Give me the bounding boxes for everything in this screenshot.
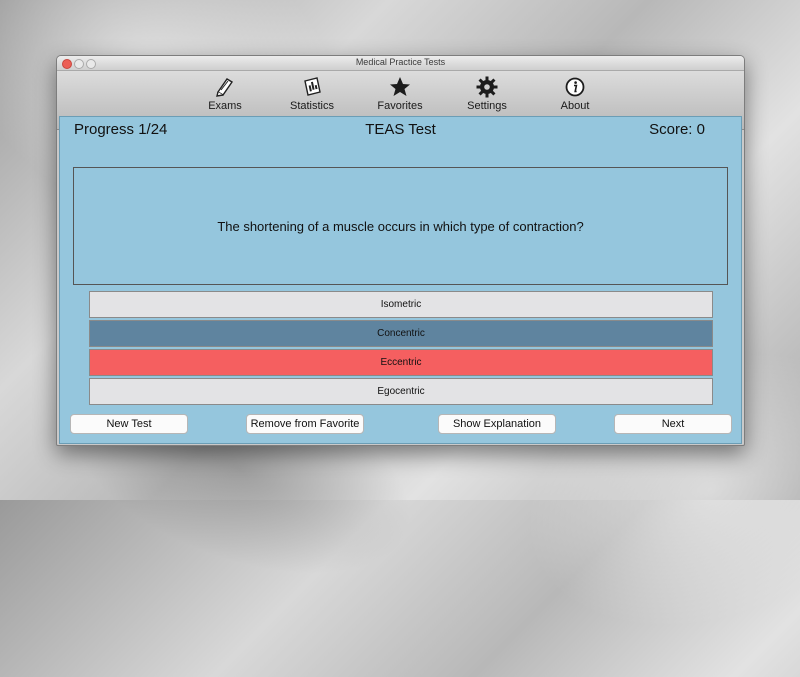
toolbar-favorites-button[interactable]: Favorites: [365, 75, 435, 112]
toolbar-about-label: About: [560, 100, 590, 112]
remove-favorite-button[interactable]: Remove from Favorite: [246, 414, 364, 434]
star-icon: [365, 75, 435, 99]
answer-label: Eccentric: [380, 357, 422, 368]
answer-option-eccentric[interactable]: Eccentric: [89, 349, 713, 376]
toolbar-exams-label: Exams: [208, 100, 242, 112]
info-icon: [540, 75, 610, 99]
window-title: Medical Practice Tests: [355, 57, 446, 67]
answer-label: Egocentric: [377, 386, 425, 397]
show-explanation-button[interactable]: Show Explanation: [438, 414, 556, 434]
app-window: Medical Practice Tests Exams Statistics …: [56, 55, 745, 446]
quiz-panel: Progress 1/24 TEAS Test Score: 0 The sho…: [59, 116, 742, 444]
statistics-icon: [277, 75, 347, 99]
answer-option-concentric[interactable]: Concentric: [89, 320, 713, 347]
answer-option-egocentric[interactable]: Egocentric: [89, 378, 713, 405]
exams-icon: [190, 75, 260, 99]
question-text: The shortening of a muscle occurs in whi…: [217, 218, 584, 234]
answer-label: Isometric: [380, 299, 422, 310]
title-bar: Medical Practice Tests: [57, 56, 744, 71]
gear-icon: [452, 75, 522, 99]
next-button[interactable]: Next: [614, 414, 732, 434]
toolbar-statistics-label: Statistics: [289, 100, 334, 112]
toolbar-statistics-button[interactable]: Statistics: [277, 75, 347, 112]
test-title: TEAS Test: [365, 121, 436, 138]
answer-label: Concentric: [377, 328, 425, 339]
new-test-button[interactable]: New Test: [70, 414, 188, 434]
toolbar-exams-button[interactable]: Exams: [190, 75, 260, 112]
score-label: Score: 0: [649, 121, 705, 138]
answer-option-isometric[interactable]: Isometric: [89, 291, 713, 318]
toolbar-about-button[interactable]: About: [540, 75, 610, 112]
toolbar-favorites-label: Favorites: [377, 100, 423, 112]
toolbar-settings-button[interactable]: Settings: [452, 75, 522, 112]
question-box: The shortening of a muscle occurs in whi…: [73, 167, 728, 285]
toolbar-settings-label: Settings: [467, 100, 507, 112]
